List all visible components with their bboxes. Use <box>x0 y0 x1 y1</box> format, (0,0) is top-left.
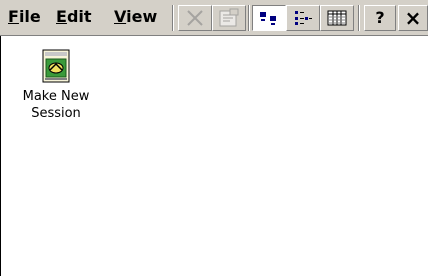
delete-button[interactable] <box>178 5 212 31</box>
help-button[interactable]: ? <box>364 5 396 31</box>
large-icons-view-button[interactable] <box>252 5 286 31</box>
menu-file-mnemonic: F <box>8 7 19 26</box>
help-icon: ? <box>375 8 385 27</box>
toolbar-separator <box>172 5 174 31</box>
content-area[interactable]: Make New Session <box>0 36 428 276</box>
make-new-session-icon <box>42 49 70 83</box>
toolbar-separator <box>248 5 250 31</box>
properties-button[interactable] <box>212 5 246 31</box>
menu-edit[interactable]: Edit <box>56 6 92 28</box>
properties-icon <box>219 8 239 27</box>
menu-view[interactable]: View <box>114 6 157 28</box>
details-icon <box>327 10 347 26</box>
menu-view-mnemonic: V <box>114 7 127 26</box>
small-icons-icon <box>295 11 312 25</box>
menu-file[interactable]: File <box>8 6 41 28</box>
large-icons-icon <box>260 12 276 25</box>
menu-view-label: iew <box>126 7 158 26</box>
menu-file-label: ile <box>18 7 41 26</box>
list-item-label: Make New Session <box>22 89 90 121</box>
toolbar-separator <box>358 5 360 31</box>
small-icons-view-button[interactable] <box>286 5 320 31</box>
menu-edit-mnemonic: E <box>56 7 67 26</box>
menu-edit-label: dit <box>66 7 92 26</box>
close-button[interactable]: × <box>398 5 428 31</box>
menu-toolbar: File Edit View ? × <box>0 0 428 36</box>
x-icon <box>187 10 203 26</box>
details-view-button[interactable] <box>320 5 354 31</box>
close-icon: × <box>404 6 422 30</box>
list-item-make-new-session[interactable]: Make New Session <box>12 48 100 122</box>
